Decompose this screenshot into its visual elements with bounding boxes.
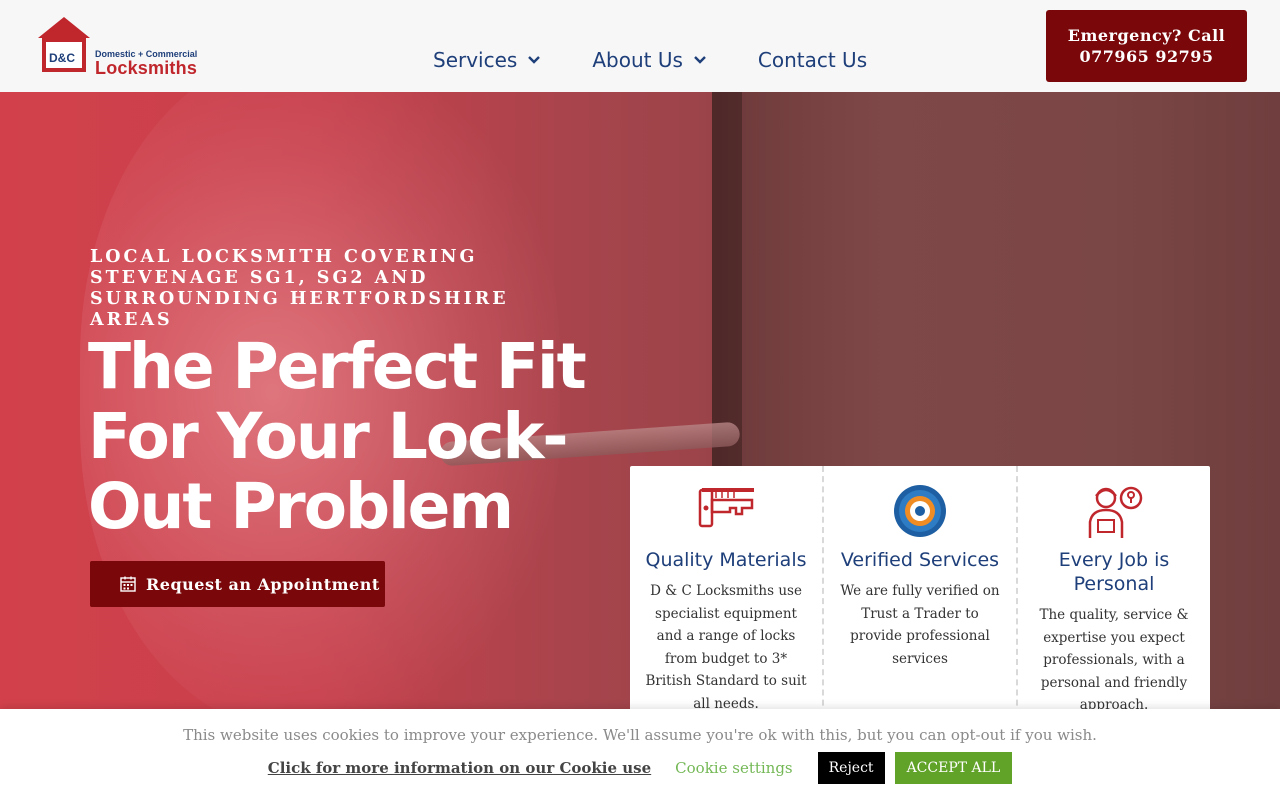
- site-logo[interactable]: D&C Domestic + Commercial Locksmiths: [36, 14, 206, 78]
- cookie-info-link[interactable]: Click for more information on our Cookie…: [268, 759, 651, 777]
- main-nav: Services About Us Contact Us: [433, 48, 867, 72]
- feature-card-quality: Quality Materials D & C Locksmiths use s…: [630, 466, 822, 726]
- worker-icon: [1088, 486, 1143, 538]
- house-lock-icon: [38, 17, 90, 72]
- emergency-line1: Emergency? Call: [1067, 26, 1226, 45]
- site-header: D&C Domestic + Commercial Locksmiths Ser…: [0, 0, 1280, 92]
- trust-a-trader-badge-icon[interactable]: [890, 482, 950, 540]
- feature-card-verified: Verified Services We are fully verified …: [822, 466, 1016, 726]
- nav-services-label: Services: [433, 48, 518, 72]
- feature-verified-title: Verified Services: [840, 549, 1000, 571]
- chevron-down-icon: [528, 56, 541, 64]
- feature-quality-text: D & C Locksmiths use specialist equipmen…: [645, 583, 807, 712]
- logo-name: Locksmiths: [95, 58, 198, 78]
- cookie-accept-all-button[interactable]: ACCEPT ALL: [894, 752, 1013, 784]
- logo-initials: D&C: [49, 51, 75, 65]
- nav-about-label: About Us: [592, 48, 683, 72]
- cookie-message: This website uses cookies to improve you…: [183, 726, 1097, 744]
- emergency-phone: 077965 92795: [1079, 47, 1214, 66]
- nav-contact[interactable]: Contact Us: [758, 48, 867, 72]
- emergency-call-button[interactable]: Emergency? Call 077965 92795: [1046, 10, 1247, 82]
- cookie-settings-link[interactable]: Cookie settings: [675, 759, 792, 777]
- chevron-down-icon: [694, 56, 706, 64]
- calendar-icon: [120, 576, 136, 592]
- feature-personal-title: Every Job is Personal: [1058, 549, 1170, 595]
- features-panel: Quality Materials D & C Locksmiths use s…: [630, 466, 1210, 726]
- request-appointment-button[interactable]: Request an Appointment: [90, 561, 385, 607]
- hero-kicker: LOCAL LOCKSMITH COVERING STEVENAGE SG1, …: [90, 247, 509, 330]
- cookie-reject-button[interactable]: Reject: [817, 752, 885, 784]
- hero-headline: The Perfect Fit For Your Lock-Out Proble…: [88, 330, 587, 543]
- feature-quality-title: Quality Materials: [645, 549, 807, 571]
- nav-about[interactable]: About Us: [592, 48, 707, 72]
- feature-verified-text: We are fully verified on Trust a Trader …: [840, 583, 1000, 667]
- cookie-consent-bar: This website uses cookies to improve you…: [0, 709, 1280, 800]
- feature-personal-text: The quality, service & expertise you exp…: [1039, 607, 1189, 713]
- key-icon: [698, 488, 754, 528]
- nav-contact-label: Contact Us: [757, 48, 868, 72]
- feature-card-personal: Every Job is Personal The quality, servi…: [1016, 466, 1210, 726]
- cookie-actions: Click for more information on our Cookie…: [0, 752, 1280, 784]
- request-appointment-label: Request an Appointment: [146, 574, 380, 594]
- nav-services[interactable]: Services: [433, 48, 541, 72]
